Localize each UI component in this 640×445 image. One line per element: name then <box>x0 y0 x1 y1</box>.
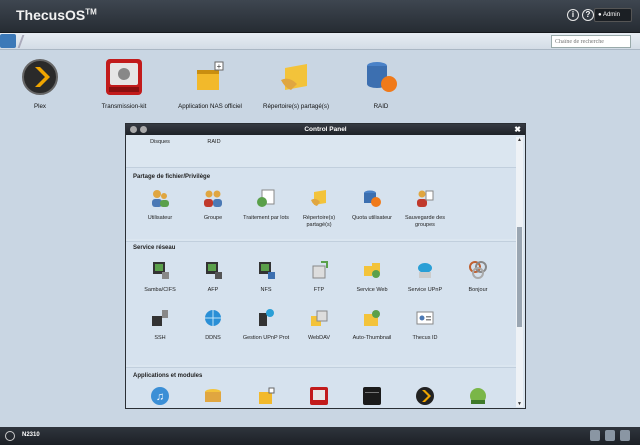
cp-item-group-backup[interactable]: Sauvegarde des groupes <box>401 188 449 229</box>
scroll-up-icon[interactable]: ▲ <box>517 137 522 143</box>
cp-item-raid[interactable]: RAID <box>190 137 238 146</box>
cp-item-auto-thumbnail[interactable]: Auto-Thumbnail <box>348 308 396 342</box>
quota-icon <box>364 190 381 207</box>
nas-app-icon: + <box>197 61 224 90</box>
help-icon[interactable]: ? <box>582 9 594 21</box>
svg-text:♫: ♫ <box>156 391 164 403</box>
cp-item-app-2[interactable] <box>242 386 290 408</box>
nas-app-icon <box>259 387 275 404</box>
user-icon: ● <box>598 12 602 18</box>
window-title: Control Panel <box>304 126 347 133</box>
thecus-id-icon <box>416 311 434 325</box>
nfs-icon <box>259 262 275 279</box>
desktop-item-plex[interactable]: Plex <box>0 58 80 110</box>
cp-item-shared-folder[interactable]: Répertoire(s) partagé(s) <box>295 188 343 229</box>
taskbar: N2310 <box>0 427 640 445</box>
control-panel-window: Control Panel ✖ Disques RAID Partage de … <box>125 123 526 409</box>
desktop-item-raid[interactable]: RAID <box>341 58 421 110</box>
module-icon <box>470 388 486 404</box>
power-icon[interactable] <box>5 431 15 441</box>
cp-item-quota[interactable]: Quota utilisateur <box>348 188 396 222</box>
desktop-item-shared-folder[interactable]: Répertoire(s) partagé(s) <box>256 58 336 110</box>
dashboard-icon <box>363 387 381 405</box>
scroll-down-icon[interactable]: ▼ <box>517 401 522 407</box>
settings-icon[interactable] <box>605 430 615 441</box>
shared-folder-icon <box>281 64 307 90</box>
plex-icon <box>416 387 434 405</box>
afp-icon <box>206 262 222 279</box>
section-apps-modules: Applications et modules ♫ <box>126 367 516 408</box>
restore-icon[interactable] <box>140 126 147 133</box>
cp-item-upnp-port[interactable]: Gestion UPnP Prot <box>242 308 290 342</box>
transmission-icon <box>106 59 142 95</box>
app-logo: ThecusOSTM <box>16 7 97 23</box>
webdav-icon <box>311 310 328 326</box>
cp-item-samba[interactable]: Samba/CIFS <box>136 260 184 294</box>
desktop-toolbar <box>0 33 640 50</box>
section-network-service: Service réseau Samba/CIFS AFP NFS FTP Se… <box>126 241 516 365</box>
cp-item-thecus-id[interactable]: Thecus ID <box>401 308 449 342</box>
section-file-sharing: Partage de fichier/Privilège Utilisateur… <box>126 167 516 239</box>
cp-item-app-1[interactable] <box>189 386 237 408</box>
close-icon[interactable]: ✖ <box>514 124 521 135</box>
cp-item-batch[interactable]: Traitement par lots <box>242 188 290 222</box>
group-backup-icon <box>417 190 434 207</box>
cp-item-bonjour[interactable]: Bonjour <box>454 260 502 294</box>
plex-icon <box>22 59 58 95</box>
cp-item-transmission[interactable] <box>295 386 343 408</box>
bonjour-icon <box>469 261 487 279</box>
model-name: N2310 <box>22 432 40 438</box>
scrollbar[interactable]: ▲ ▼ <box>516 137 523 407</box>
cp-item-disques[interactable]: Disques <box>136 137 184 146</box>
info-icon[interactable]: i <box>567 9 579 21</box>
ftp-icon <box>312 261 328 279</box>
section-title: Applications et modules <box>133 373 203 379</box>
cp-item-ddns[interactable]: DDNS <box>189 308 237 342</box>
ssh-icon <box>152 310 168 326</box>
network-icon[interactable] <box>620 430 630 441</box>
control-panel-body: Disques RAID Partage de fichier/Privilèg… <box>126 135 516 408</box>
desktop-icon[interactable] <box>0 34 16 48</box>
itunes-icon: ♫ <box>151 387 169 405</box>
minimize-icon[interactable] <box>130 126 137 133</box>
control-panel-titlebar[interactable]: Control Panel ✖ <box>126 124 525 135</box>
divider <box>17 35 25 48</box>
raid-icon <box>367 62 397 92</box>
section-title: Partage de fichier/Privilège <box>133 174 211 180</box>
cp-item-upnp-service[interactable]: Service UPnP <box>401 260 449 294</box>
desktop-item-nas-app[interactable]: + Application NAS officiel <box>170 58 250 110</box>
cp-item-webdav[interactable]: WebDAV <box>295 308 343 342</box>
cp-item-nfs[interactable]: NFS <box>242 260 290 294</box>
svg-text:+: + <box>217 62 222 71</box>
cp-item-app-3[interactable] <box>454 386 502 408</box>
cp-item-afp[interactable]: AFP <box>189 260 237 294</box>
user-icon <box>152 190 169 207</box>
cp-item-ftp[interactable]: FTP <box>295 260 343 294</box>
cp-item-itunes[interactable]: ♫ <box>136 386 184 408</box>
ddns-icon <box>205 310 221 326</box>
top-bar: ThecusOSTM i ? ● Admin <box>0 0 640 33</box>
upnp-icon <box>418 263 432 278</box>
shared-folder-icon <box>311 190 326 206</box>
module-icon <box>205 389 221 402</box>
batch-icon <box>257 189 275 207</box>
cp-item-web-service[interactable]: Service Web <box>348 260 396 294</box>
group-icon <box>204 190 222 207</box>
cp-item-dashboard[interactable] <box>348 386 396 408</box>
cp-item-groupe[interactable]: Groupe <box>189 188 237 222</box>
upnp-port-icon <box>259 309 274 326</box>
user-menu-button[interactable]: ● Admin <box>594 8 632 22</box>
desktop-item-transmission[interactable]: Transmission-kit <box>84 58 164 110</box>
scrollbar-thumb[interactable] <box>517 227 522 327</box>
search-input[interactable] <box>551 35 631 48</box>
web-service-icon <box>364 263 380 278</box>
cp-item-utilisateur[interactable]: Utilisateur <box>136 188 184 222</box>
storage-icon[interactable] <box>590 430 600 441</box>
transmission-icon <box>310 387 328 405</box>
samba-icon <box>153 262 169 279</box>
cp-item-ssh[interactable]: SSH <box>136 308 184 342</box>
section-title: Service réseau <box>133 245 176 251</box>
cp-item-plex[interactable] <box>401 386 449 408</box>
auto-thumbnail-icon <box>364 310 380 326</box>
